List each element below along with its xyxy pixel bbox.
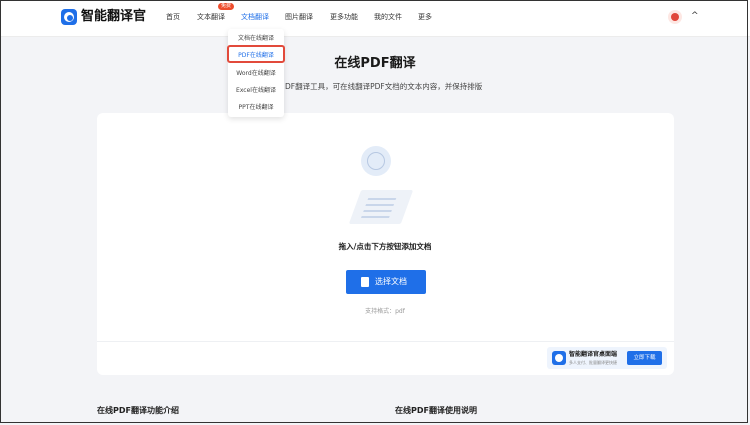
nav-home[interactable]: 首页 [166, 12, 180, 22]
dropdown-item-word[interactable]: Word在线翻译 [228, 70, 284, 78]
section-title-intro: 在线PDF翻译功能介绍 [97, 406, 179, 415]
page-title: 在线PDF翻译 [334, 56, 416, 71]
nav-more[interactable]: 更多 [418, 12, 432, 22]
drop-hint: 拖入/点击下方按钮添加文档 [338, 242, 432, 251]
free-badge: 免费 [218, 3, 235, 10]
logo-text[interactable]: 智能翻译官 [81, 9, 146, 25]
desktop-app-icon [552, 351, 566, 365]
nav-doc-translate[interactable]: 文档翻译 [241, 12, 269, 36]
highlight-box [227, 45, 285, 63]
section-title-usage: 在线PDF翻译使用说明 [395, 406, 477, 415]
top-header: 智能翻译官 首页 文本翻译 免费 文档翻译 图片翻译 更多功能 我的文件 更多 … [0, 0, 750, 37]
dropdown-item-excel[interactable]: Excel在线翻译 [228, 87, 284, 95]
doc-translate-dropdown: 文档在线翻译 PDF在线翻译 Word在线翻译 Excel在线翻译 PPT在线翻… [228, 29, 284, 117]
app-logo-icon[interactable] [61, 9, 77, 25]
nav-more-features[interactable]: 更多功能 [330, 12, 358, 22]
dropdown-item-ppt[interactable]: PPT在线翻译 [228, 104, 284, 112]
avatar-icon[interactable] [668, 10, 682, 24]
select-document-label: 选择文档 [375, 277, 407, 286]
desktop-app-title: 智能翻译官桌面端 [569, 351, 618, 358]
nav-text-translate[interactable]: 文本翻译 [197, 12, 225, 22]
select-document-button[interactable]: 选择文档 [346, 270, 426, 294]
dropdown-item-doc[interactable]: 文档在线翻译 [228, 35, 284, 43]
chevron-up-icon[interactable]: ^ [691, 11, 699, 21]
globe-icon [361, 146, 391, 176]
download-button[interactable]: 立即下载 [627, 351, 662, 365]
panel-divider [97, 341, 674, 342]
nav-my-files[interactable]: 我的文件 [374, 12, 402, 22]
desktop-app-card: 智能翻译官桌面端 多人支付、批量翻译更快捷 立即下载 [547, 347, 667, 369]
desktop-app-desc: 多人支付、批量翻译更快捷 [569, 360, 617, 365]
page-subtitle: DF翻译工具，可在线翻译PDF文档的文本内容，并保持排版 [285, 82, 483, 91]
file-icon [361, 277, 369, 287]
supported-formats: 支持格式：pdf [365, 308, 405, 315]
nav-image-translate[interactable]: 图片翻译 [285, 12, 313, 22]
